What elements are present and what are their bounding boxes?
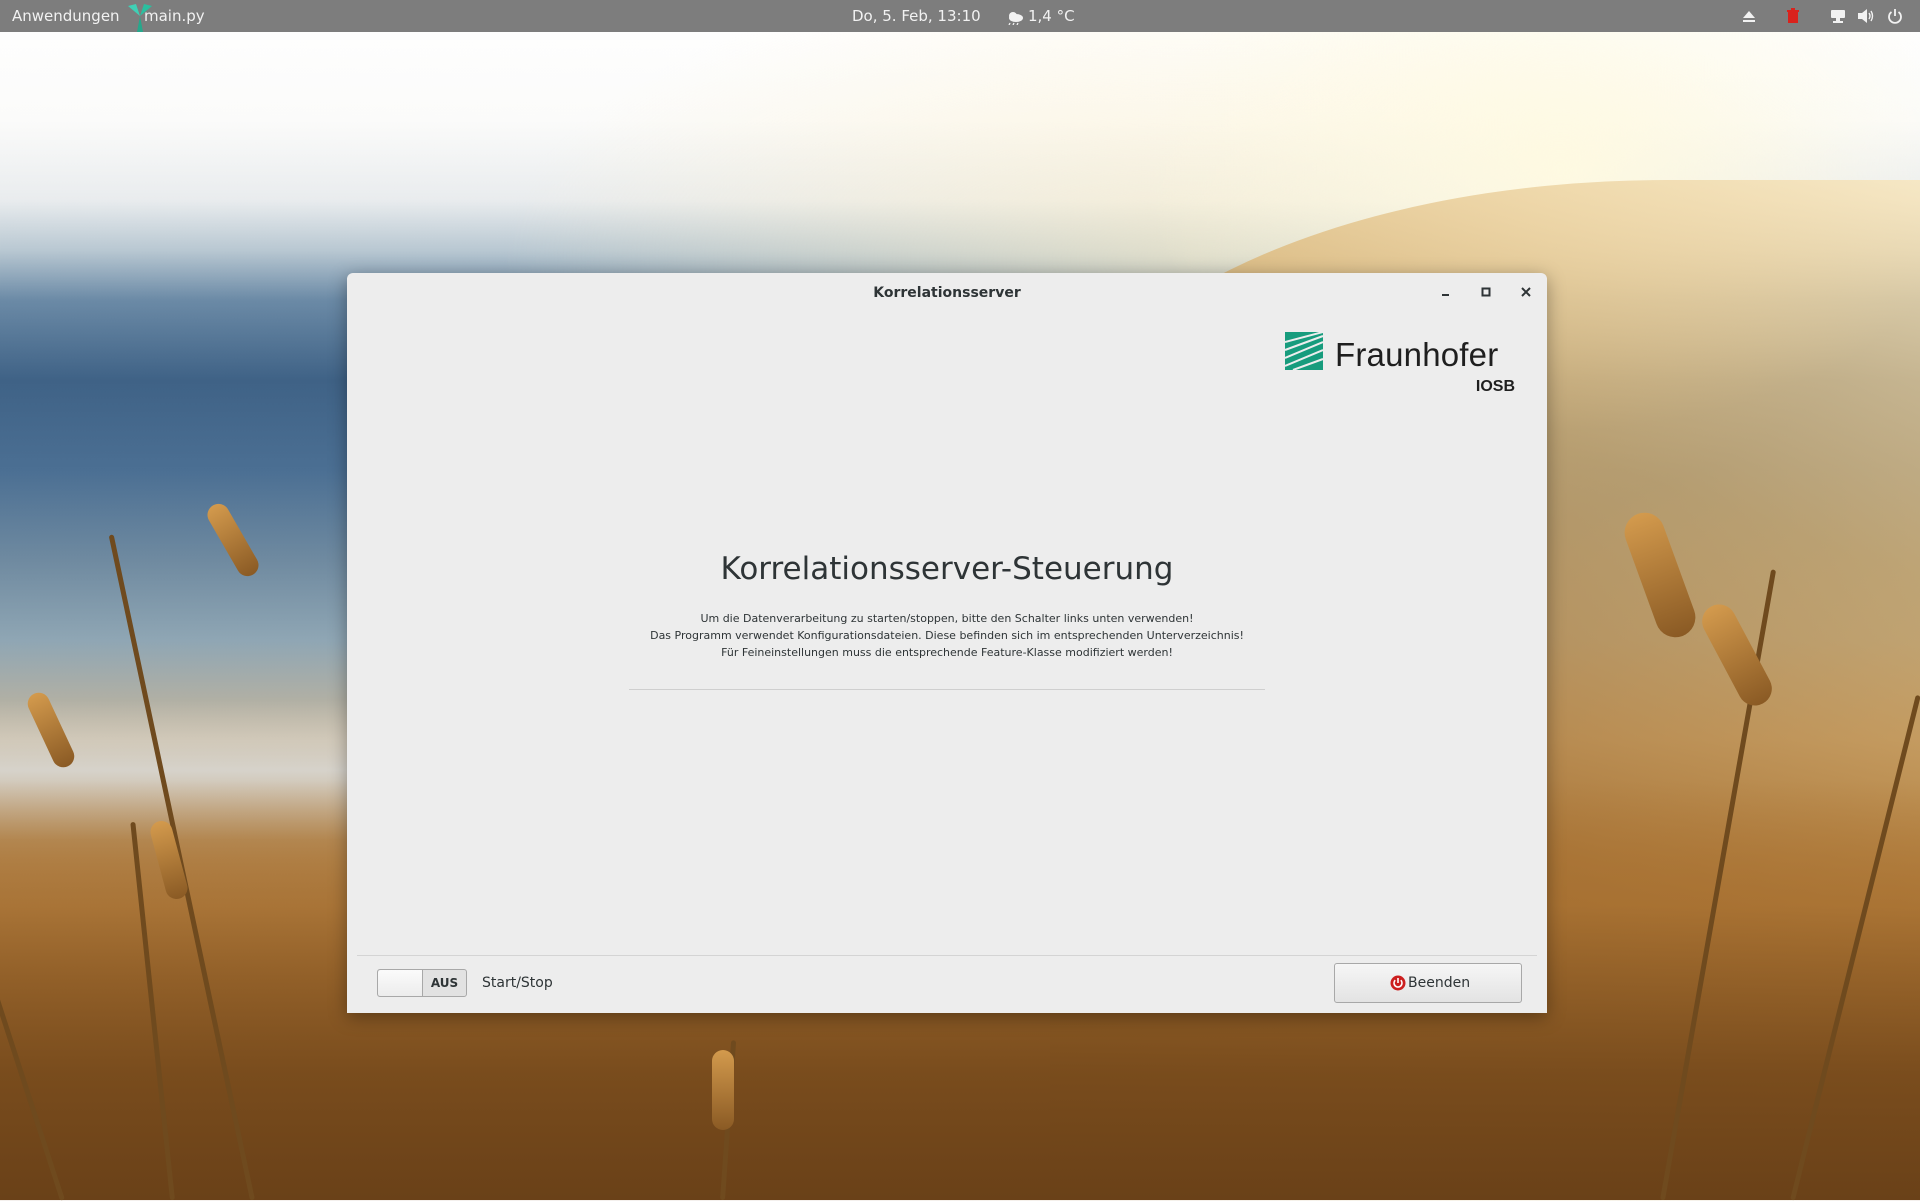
wallpaper-grass-head [203,499,263,581]
page-heading: Korrelationsserver-Steuerung [720,551,1174,587]
fraunhofer-logo: Fraunhofer IOSB [1285,332,1517,412]
weather-temperature[interactable]: 1,4 °C [1028,7,1075,25]
description-line: Das Programm verwendet Konfigurationsdat… [650,629,1244,642]
minimize-icon[interactable] [1434,281,1458,305]
power-icon[interactable] [1887,8,1903,24]
top-bar: Anwendungen main.py Do, 5. Feb, 13:10 1,… [0,0,1920,32]
window-titlebar[interactable]: Korrelationsserver [347,273,1547,313]
applications-menu[interactable]: Anwendungen [12,7,120,25]
start-stop-switch[interactable]: AUS [377,969,467,997]
active-app-name[interactable]: main.py [144,7,205,25]
volume-icon[interactable] [1857,8,1875,24]
switch-label: Start/Stop [482,975,553,991]
description-line: Um die Datenverarbeitung zu starten/stop… [700,612,1194,625]
power-icon [1390,975,1406,991]
close-icon[interactable] [1514,281,1538,305]
network-icon[interactable] [1830,8,1846,24]
logo-wordmark: Fraunhofer [1335,336,1499,373]
quit-button-label: Beenden [1408,975,1471,991]
fraunhofer-logo-mark [1285,332,1323,370]
eject-icon[interactable] [1741,8,1757,24]
description-text: Um die Datenverarbeitung zu starten/stop… [347,610,1547,661]
wallpaper-grass-head [712,1050,734,1130]
description-line: Für Feineinstellungen muss die entsprech… [721,646,1173,659]
window-title: Korrelationsserver [873,285,1021,301]
quit-button[interactable]: Beenden [1334,963,1522,1003]
app-window: Korrelationsserver Fraunhofer IOSB Korre… [347,273,1547,1013]
weather-icon[interactable] [1006,9,1026,25]
footer-separator [357,955,1537,956]
logo-institute: IOSB [1475,378,1515,395]
clock[interactable]: Do, 5. Feb, 13:10 [852,7,981,25]
maximize-icon[interactable] [1474,281,1498,305]
switch-state-label: AUS [430,976,459,990]
switch-knob[interactable] [378,970,423,996]
content-separator [629,689,1265,690]
trash-icon[interactable] [1785,8,1801,24]
